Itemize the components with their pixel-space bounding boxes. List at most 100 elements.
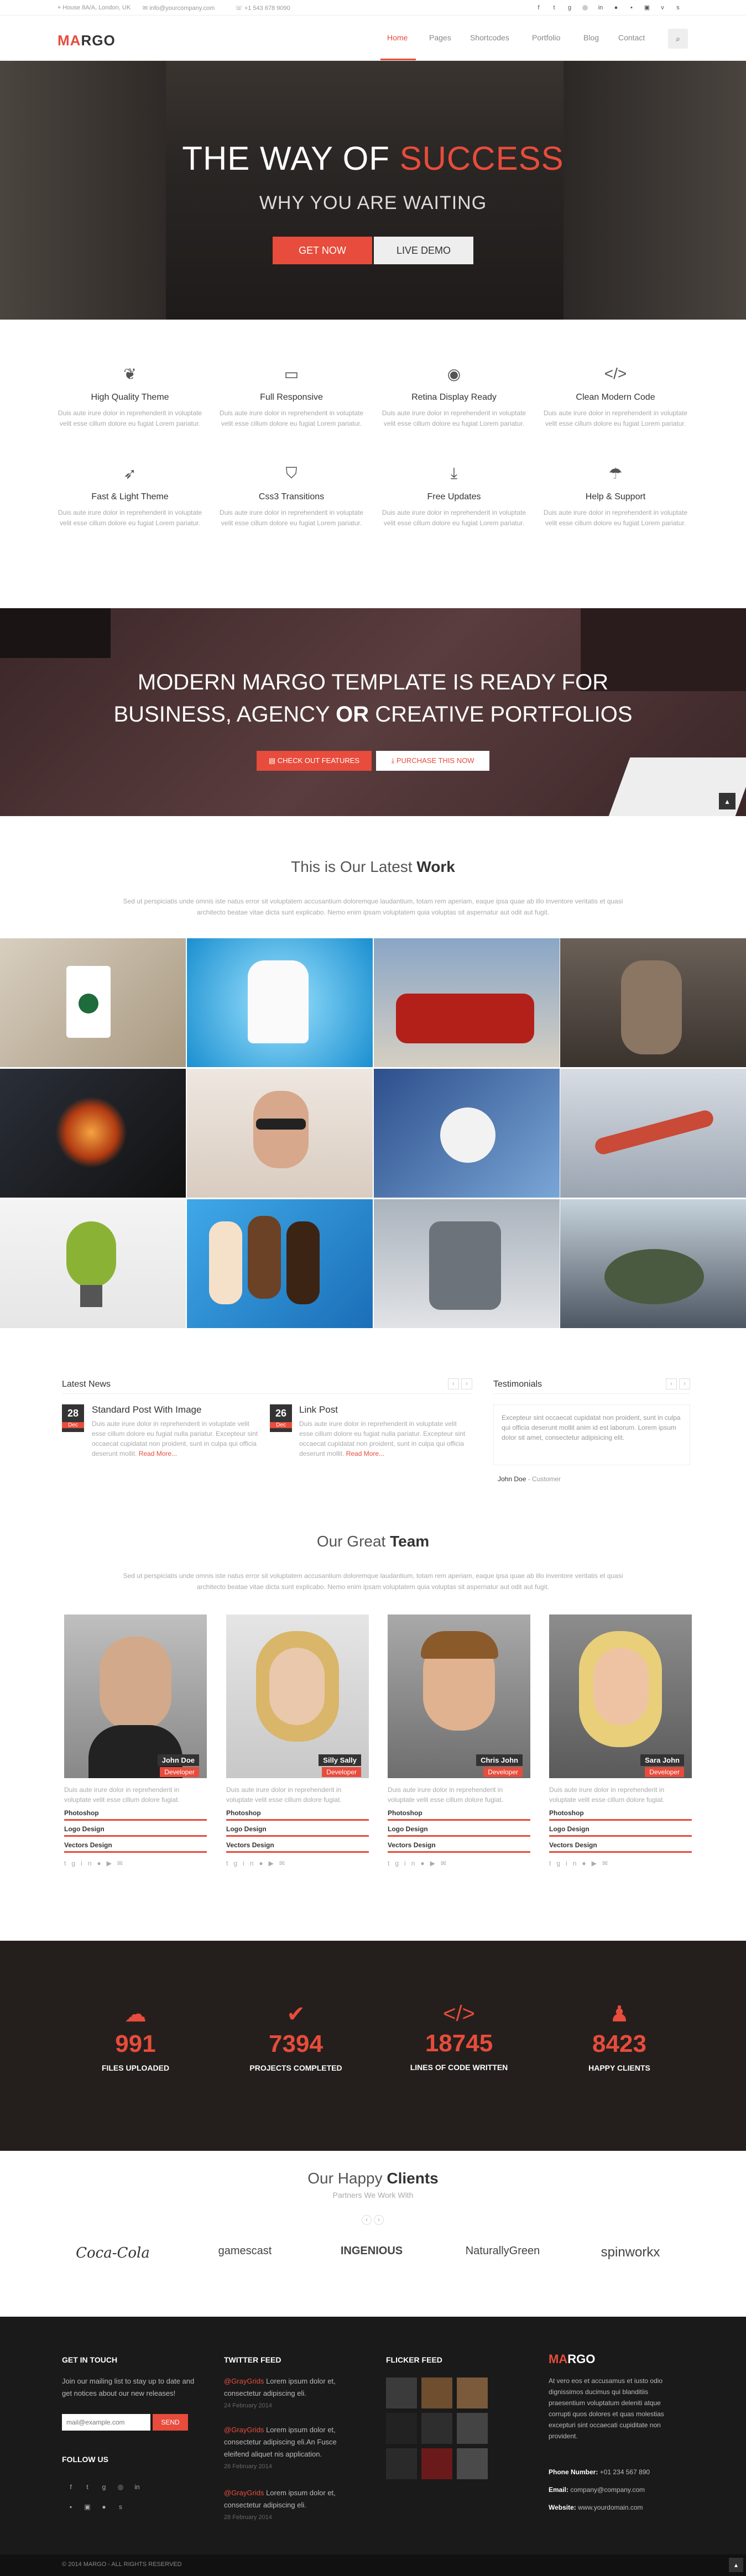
email-icon[interactable]: ✉	[602, 1859, 613, 1867]
flickr-icon[interactable]: ●	[612, 4, 620, 12]
check-features-button[interactable]: ▤ CHECK OUT FEATURES	[257, 751, 372, 771]
back-to-top-icon[interactable]: ▴	[729, 2558, 743, 2572]
vimeo-icon[interactable]: v	[659, 4, 666, 12]
flickr-thumb[interactable]	[421, 2448, 452, 2479]
linkedin-icon[interactable]: in	[404, 1859, 420, 1867]
twitter-icon[interactable]: t	[226, 1859, 233, 1867]
portfolio-item-sports-player[interactable]	[560, 938, 746, 1067]
flickr-icon[interactable]: ●	[97, 1859, 106, 1867]
dribbble-icon[interactable]: ◎	[116, 2483, 125, 2491]
linkedin-icon[interactable]: in	[243, 1859, 259, 1867]
flickr-thumb[interactable]	[386, 2378, 417, 2408]
read-more-link[interactable]: Read More...	[346, 1450, 384, 1457]
google-plus-icon[interactable]: g	[556, 1859, 566, 1867]
dribbble-icon[interactable]: ◎	[581, 4, 589, 12]
linkedin-icon[interactable]: in	[133, 2483, 142, 2491]
nav-portfolio[interactable]: Portfolio	[532, 33, 560, 42]
member-social[interactable]: tgin●▶✉	[226, 1859, 369, 1867]
portfolio-item-time-shift-explosion[interactable]	[0, 1069, 186, 1198]
news-next-icon[interactable]: ›	[461, 1378, 472, 1389]
flickr-thumb[interactable]	[457, 2413, 488, 2444]
tweet-handle[interactable]: @GrayGrids	[224, 2489, 264, 2497]
scroll-top-icon[interactable]: ▴	[719, 793, 735, 809]
portfolio-item-robot-mech[interactable]	[374, 1199, 560, 1328]
youtube-icon[interactable]: ▶	[269, 1859, 279, 1867]
nav-blog[interactable]: Blog	[583, 33, 599, 42]
twitter-icon[interactable]: t	[388, 1859, 395, 1867]
news-post-title[interactable]: Standard Post With Image	[92, 1404, 201, 1415]
twitter-icon[interactable]: t	[64, 1859, 71, 1867]
flickr-icon[interactable]: ●	[100, 2502, 108, 2511]
youtube-icon[interactable]: ▶	[592, 1859, 602, 1867]
member-social[interactable]: tgin●▶✉	[64, 1859, 207, 1867]
google-plus-icon[interactable]: g	[566, 4, 573, 12]
linkedin-icon[interactable]: in	[81, 1859, 97, 1867]
linkedin-icon[interactable]: in	[597, 4, 604, 12]
twitter-icon[interactable]: t	[83, 2483, 92, 2491]
nav-home[interactable]: Home	[387, 33, 408, 42]
tweet-handle[interactable]: @GrayGrids	[224, 2426, 264, 2434]
facebook-icon[interactable]: f	[66, 2483, 75, 2491]
instagram-icon[interactable]: ▣	[83, 2502, 92, 2511]
google-plus-icon[interactable]: g	[233, 1859, 243, 1867]
news-post-title[interactable]: Link Post	[299, 1404, 338, 1415]
google-plus-icon[interactable]: g	[395, 1859, 404, 1867]
email-icon[interactable]: ✉	[117, 1859, 128, 1867]
client-logo[interactable]: Coca-Cola	[58, 2245, 168, 2261]
footer-email-value[interactable]: company@company.com	[568, 2486, 645, 2494]
flickr-icon[interactable]: ●	[582, 1859, 591, 1867]
nav-shortcodes[interactable]: Shortcodes	[470, 33, 509, 42]
logo[interactable]: MARGO	[58, 32, 116, 49]
instagram-icon[interactable]: ▣	[643, 4, 651, 12]
newsletter-email-input[interactable]	[62, 2414, 150, 2431]
clients-prev-icon[interactable]: ‹	[362, 2215, 372, 2225]
skype-icon[interactable]: s	[116, 2502, 125, 2511]
youtube-icon[interactable]: ▶	[430, 1859, 441, 1867]
flickr-thumb[interactable]	[457, 2448, 488, 2479]
google-plus-icon[interactable]: g	[100, 2483, 108, 2491]
news-prev-icon[interactable]: ‹	[448, 1378, 459, 1389]
linkedin-icon[interactable]: in	[566, 1859, 582, 1867]
member-social[interactable]: tgin●▶✉	[388, 1859, 530, 1867]
read-more-link[interactable]: Read More...	[139, 1450, 177, 1457]
newsletter-send-button[interactable]: SEND	[153, 2414, 188, 2431]
testimonials-prev-icon[interactable]: ‹	[666, 1378, 677, 1389]
twitter-icon[interactable]: t	[549, 1859, 556, 1867]
portfolio-item-soccer-ball[interactable]	[374, 1069, 560, 1198]
search-icon[interactable]: ⌕	[668, 29, 688, 49]
flickr-thumb[interactable]	[421, 2378, 452, 2408]
email-text[interactable]: ✉ info@yourcompany.com	[143, 4, 215, 12]
flickr-thumb[interactable]	[457, 2378, 488, 2408]
portfolio-item-listerine-tooth[interactable]	[187, 938, 373, 1067]
footer-website-value[interactable]: www.yourdomain.com	[576, 2504, 643, 2511]
email-icon[interactable]: ✉	[279, 1859, 290, 1867]
member-social[interactable]: tgin●▶✉	[549, 1859, 692, 1867]
clients-next-icon[interactable]: ›	[374, 2215, 384, 2225]
portfolio-item-bulb-apple[interactable]	[0, 1199, 186, 1328]
nav-pages[interactable]: Pages	[429, 33, 451, 42]
tweet-handle[interactable]: @GrayGrids	[224, 2377, 264, 2385]
flickr-icon[interactable]: ●	[420, 1859, 430, 1867]
portfolio-item-frog-creature[interactable]	[560, 1199, 746, 1328]
tumblr-icon[interactable]: ▪	[628, 4, 635, 12]
get-now-button[interactable]: GET NOW	[273, 237, 372, 264]
portfolio-item-ice-creams[interactable]	[187, 1199, 373, 1328]
purchase-button[interactable]: ⤓ PURCHASE THIS NOW	[376, 751, 489, 771]
flickr-icon[interactable]: ●	[259, 1859, 268, 1867]
flickr-thumb[interactable]	[386, 2413, 417, 2444]
twitter-icon[interactable]: t	[550, 4, 558, 12]
nav-contact[interactable]: Contact	[618, 33, 645, 42]
email-icon[interactable]: ✉	[441, 1859, 452, 1867]
client-logo[interactable]: INGENIOUS	[316, 2245, 427, 2258]
google-plus-icon[interactable]: g	[71, 1859, 81, 1867]
portfolio-item-jet-plane[interactable]	[560, 1069, 746, 1198]
facebook-icon[interactable]: f	[535, 4, 542, 12]
flickr-thumb[interactable]	[386, 2448, 417, 2479]
portfolio-item-starbucks-cup[interactable]	[0, 938, 186, 1067]
tumblr-icon[interactable]: ▪	[66, 2502, 75, 2511]
flickr-thumb[interactable]	[421, 2413, 452, 2444]
portfolio-item-glasses-man[interactable]	[187, 1069, 373, 1198]
youtube-icon[interactable]: ▶	[107, 1859, 117, 1867]
client-logo[interactable]: NaturallyGreen	[447, 2245, 558, 2258]
live-demo-button[interactable]: LIVE DEMO	[374, 237, 473, 264]
